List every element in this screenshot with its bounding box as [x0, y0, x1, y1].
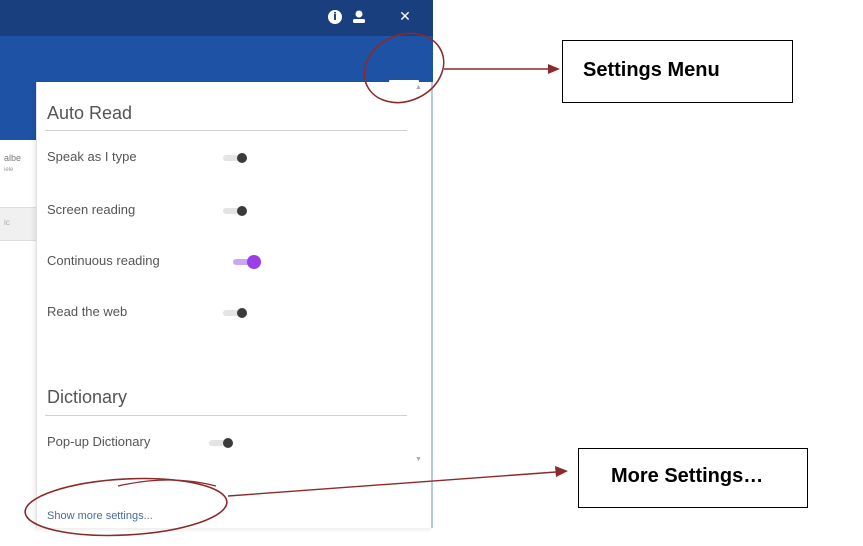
annotation-arrowhead-more-settings — [555, 466, 568, 477]
annotation-circle-settings-menu — [363, 32, 445, 104]
annotation-arrowhead-settings-menu — [548, 64, 560, 74]
annotation-overlay — [24, 32, 568, 537]
annotation-arrow-more-settings — [227, 471, 557, 497]
